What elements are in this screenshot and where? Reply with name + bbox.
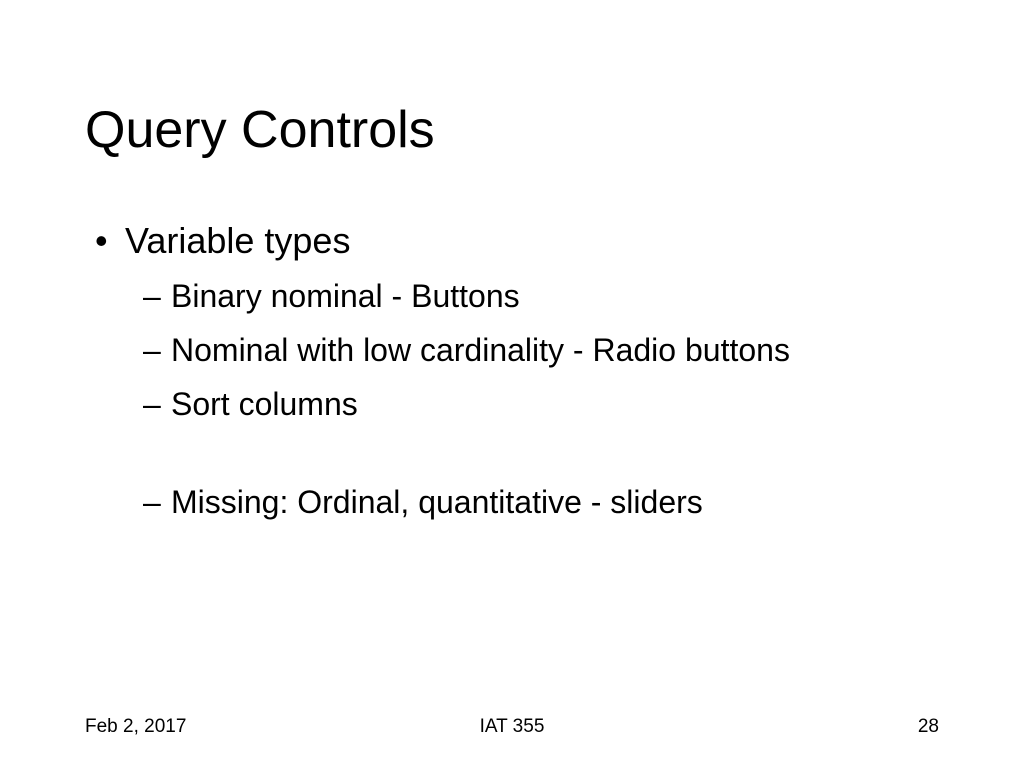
- subitem-text: Missing: Ordinal, quantitative - sliders: [171, 484, 703, 520]
- dash-marker-icon: –: [143, 276, 161, 316]
- list-spacer: [171, 438, 939, 482]
- subitem: – Sort columns: [171, 384, 939, 424]
- slide-title: Query Controls: [85, 100, 939, 160]
- slide-content: •Variable types – Binary nominal - Butto…: [85, 220, 939, 522]
- subitem-text: Nominal with low cardinality - Radio but…: [171, 332, 790, 368]
- bullet-level1: •Variable types: [125, 220, 939, 262]
- dash-marker-icon: –: [143, 482, 161, 522]
- slide-footer: Feb 2, 2017 IAT 355 28: [0, 716, 1024, 738]
- subitem: – Binary nominal - Buttons: [171, 276, 939, 316]
- sublist: – Binary nominal - Buttons – Nominal wit…: [125, 276, 939, 522]
- slide-container: Query Controls •Variable types – Binary …: [0, 0, 1024, 768]
- subitem: – Nominal with low cardinality - Radio b…: [171, 330, 939, 370]
- subitem-text: Sort columns: [171, 386, 358, 422]
- subitem: – Missing: Ordinal, quantitative - slide…: [171, 482, 939, 522]
- dash-marker-icon: –: [143, 330, 161, 370]
- bullet-marker-icon: •: [95, 220, 125, 262]
- bullet-level1-text: Variable types: [125, 220, 350, 261]
- subitem-text: Binary nominal - Buttons: [171, 278, 520, 314]
- footer-course: IAT 355: [480, 716, 545, 738]
- footer-page-number: 28: [918, 716, 939, 738]
- dash-marker-icon: –: [143, 384, 161, 424]
- footer-date: Feb 2, 2017: [85, 716, 186, 738]
